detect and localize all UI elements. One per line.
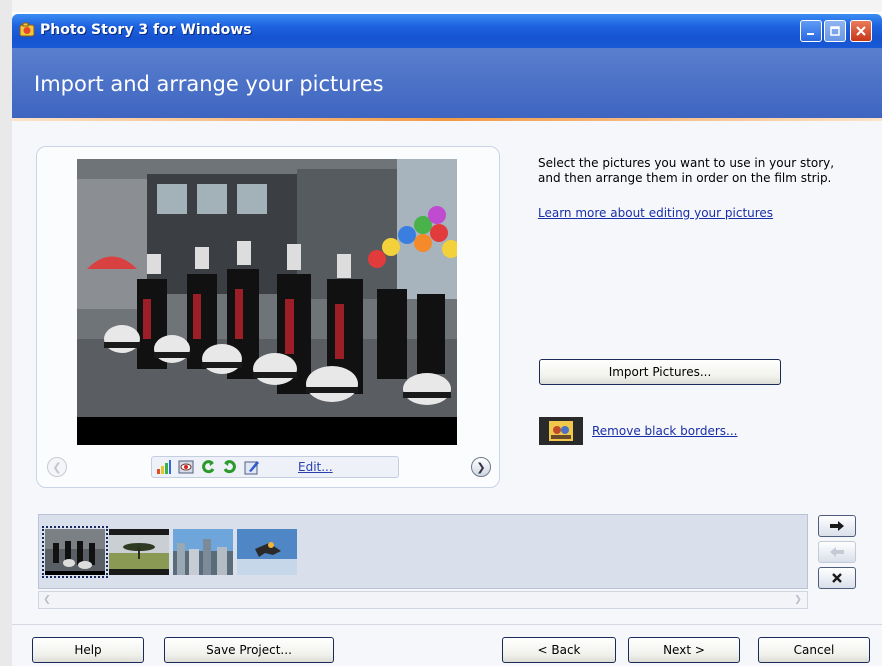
next-button[interactable]: Next > — [628, 637, 740, 663]
title-bar[interactable]: Photo Story 3 for Windows — [12, 14, 882, 48]
arrow-right-icon — [830, 521, 844, 531]
close-icon[interactable] — [850, 20, 872, 42]
preview-photo — [77, 159, 457, 445]
help-button[interactable]: Help — [32, 637, 144, 663]
scroll-right-icon[interactable]: ❯ — [791, 593, 805, 607]
desktop-background — [0, 0, 882, 12]
desktop-background-left — [0, 0, 12, 666]
film-strip — [38, 514, 808, 589]
next-picture-button[interactable]: ❯ — [471, 457, 491, 477]
photo-story-window: Photo Story 3 for Windows Import and arr… — [12, 14, 882, 666]
cancel-button[interactable]: Cancel — [758, 637, 870, 663]
page-header: Import and arrange your pictures — [12, 48, 882, 118]
edit-link[interactable]: Edit... — [298, 460, 333, 474]
scroll-left-icon[interactable]: ❮ — [40, 593, 54, 607]
import-pictures-button[interactable]: Import Pictures... — [539, 359, 781, 385]
thumbnail-acacia-savanna[interactable] — [109, 529, 169, 575]
move-right-button[interactable] — [818, 515, 856, 537]
maximize-icon[interactable] — [824, 20, 846, 42]
thumbnail-city-skyline[interactable] — [173, 529, 233, 575]
auto-color-icon[interactable] — [156, 459, 172, 475]
rotate-right-icon[interactable] — [222, 459, 238, 475]
chevron-left-icon: ❮ — [52, 460, 62, 474]
instructions-text: Select the pictures you want to use in y… — [538, 156, 835, 185]
delete-x-icon — [832, 573, 842, 583]
learn-more-link[interactable]: Learn more about editing your pictures — [538, 206, 773, 220]
header-accent-line — [12, 118, 882, 121]
preview-panel: ❮ ❯ Edit... — [36, 146, 500, 488]
arrow-left-icon — [830, 547, 844, 557]
editing-toolbar: Edit... — [151, 456, 399, 478]
film-strip-scrollbar[interactable]: ❮ ❯ — [38, 591, 808, 609]
thumbnail-marching-band[interactable] — [42, 526, 108, 578]
photo-story-app-icon — [19, 22, 35, 37]
rotate-left-icon[interactable] — [200, 459, 216, 475]
save-project-button[interactable]: Save Project... — [164, 637, 334, 663]
move-left-button[interactable] — [818, 541, 856, 563]
footer-divider — [12, 624, 882, 625]
minimize-icon[interactable] — [800, 20, 822, 42]
previous-picture-button[interactable]: ❮ — [47, 457, 67, 477]
back-button[interactable]: < Back — [502, 637, 616, 663]
page-title: Import and arrange your pictures — [34, 72, 384, 96]
window-title: Photo Story 3 for Windows — [40, 22, 252, 38]
delete-picture-button[interactable] — [818, 567, 856, 589]
edit-icon[interactable] — [244, 459, 260, 475]
thumbnail-skydiver[interactable] — [237, 529, 297, 575]
remove-borders-icon[interactable] — [539, 417, 583, 445]
chevron-right-icon: ❯ — [476, 460, 486, 474]
red-eye-icon[interactable] — [178, 459, 194, 475]
remove-black-borders-link[interactable]: Remove black borders... — [592, 424, 738, 438]
